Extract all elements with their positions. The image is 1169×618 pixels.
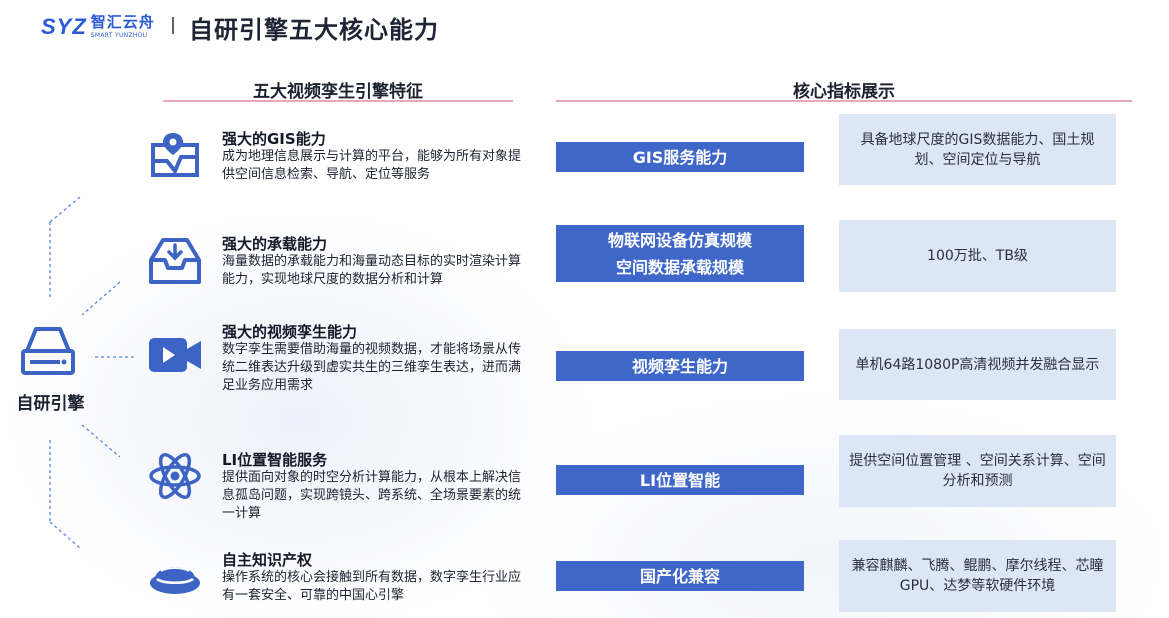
feature-desc-gis: 成为地理信息展示与计算的平台，能够为所有对象提供空间信息检索、导航、定位等服务 bbox=[222, 149, 522, 182]
hub-label: 自研引擎 bbox=[16, 394, 85, 414]
map-pin-icon bbox=[151, 133, 199, 177]
dome-disc-icon bbox=[150, 567, 200, 594]
feature-title-capacity: 强大的承载能力 bbox=[222, 235, 328, 253]
feature-title-ip: 自主知识产权 bbox=[222, 551, 313, 569]
feature-desc-ip: 操作系统的核心会接触到所有数据，数字孪生行业应有一套安全、可靠的中国心引擎 bbox=[222, 570, 522, 603]
right-section-title: 核心指标展示 bbox=[793, 82, 895, 102]
metric-label-capacity: 物联网设备仿真规模 空间数据承载规模 bbox=[556, 225, 804, 282]
engine-box-icon bbox=[21, 327, 75, 375]
metric-label-domestic: 国产化兼容 bbox=[556, 561, 804, 591]
metric-value-li: 提供空间位置管理 、空间关系计算、空间分析和预测 bbox=[839, 435, 1116, 507]
metric-label-gis: GIS服务能力 bbox=[556, 142, 804, 172]
metric-value-domestic: 兼容麒麟、飞腾、鲲鹏、摩尔线程、芯瞳GPU、达梦等软硬件环境 bbox=[839, 540, 1116, 612]
feature-title-gis: 强大的GIS能力 bbox=[222, 130, 326, 148]
feature-title-li: LI位置智能服务 bbox=[222, 451, 328, 469]
feature-desc-video: 数字孪生需要借助海量的视频数据，才能将场景从传统二维表达升级到虚实共生的三维孪生… bbox=[222, 342, 522, 393]
video-camera-icon bbox=[149, 338, 201, 372]
inbox-tray-icon bbox=[149, 238, 201, 284]
feature-desc-capacity: 海量数据的承载能力和海量动态目标的实时渲染计算能力，实现地球尺度的数据分析和计算 bbox=[222, 254, 522, 287]
metric-label-video: 视频孪生能力 bbox=[556, 351, 804, 381]
metric-label-li: LI位置智能 bbox=[556, 465, 804, 495]
atom-orbit-icon bbox=[149, 452, 201, 500]
hub-connector-lines bbox=[49, 196, 135, 549]
right-section-underline bbox=[556, 100, 1132, 102]
metric-value-capacity: 100万批、TB级 bbox=[839, 220, 1116, 292]
metric-value-video: 单机64路1080P高清视频并发融合显示 bbox=[839, 329, 1116, 400]
feature-title-video: 强大的视频孪生能力 bbox=[222, 323, 358, 341]
metric-value-gis: 具备地球尺度的GIS数据能力、国土规划、空间定位与导航 bbox=[839, 114, 1116, 185]
feature-desc-li: 提供面向对象的时空分析计算能力，从根本上解决信息孤岛问题，实现跨镜头、跨系统、全… bbox=[222, 470, 522, 521]
